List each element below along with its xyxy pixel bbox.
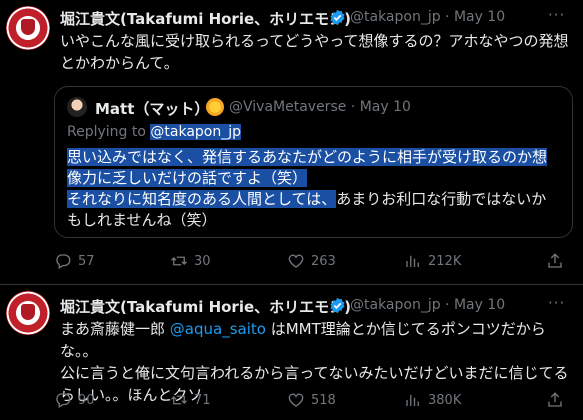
tweet-text-line: いやこんな風に受け取られるってどうやって想像するの？アホなやつの発想: [60, 32, 569, 50]
handle-date[interactable]: @takapon_jp · May 10: [350, 9, 505, 25]
avatar[interactable]: [6, 6, 50, 50]
quote-handle-date: @VivaMetaverse · May 10: [229, 99, 411, 115]
display-name[interactable]: 堀江貴文(Takafumi Horie、ホリエモン): [60, 296, 351, 317]
retweet-count: 71: [194, 392, 211, 408]
reply-icon: [56, 393, 71, 408]
views-button[interactable]: 212K: [404, 252, 461, 270]
replying-to: Replying to @takapon_jp: [67, 124, 242, 140]
reply-icon: [56, 254, 71, 269]
avatar[interactable]: [6, 291, 50, 335]
sun-emoji-icon: [206, 98, 224, 116]
action-bar: 90 71 518 380K: [54, 391, 573, 411]
tweet-text-part: まあ斎藤健一郎: [60, 320, 170, 338]
display-name[interactable]: 堀江貴文(Takafumi Horie、ホリエモン): [60, 8, 351, 29]
quote-text-line: 思い込みではなく、発信するあなたがどのように相手が受け取るのか想: [67, 148, 548, 166]
like-count: 518: [311, 392, 336, 408]
verified-badge-icon: [330, 297, 345, 314]
heart-icon: [288, 393, 304, 407]
tweet-text-line: とかわからんて。: [60, 54, 179, 72]
quote-avatar: [67, 97, 87, 117]
share-button[interactable]: [546, 252, 564, 270]
quote-text: 思い込みではなく、発信するあなたがどのように相手が受け取るのか想 像力に乏しいだ…: [67, 147, 572, 231]
view-count: 380K: [428, 392, 462, 408]
quote-text-line: もしれませんね（笑）: [67, 211, 217, 229]
action-bar: 57 30 263 212K: [54, 252, 573, 272]
like-button[interactable]: 518: [287, 391, 336, 409]
heart-icon: [288, 254, 304, 268]
retweet-count: 30: [194, 253, 211, 269]
quote-text-line: 像力に乏しいだけの話ですよ（笑）: [67, 169, 308, 187]
reply-count: 90: [78, 392, 95, 408]
quoted-tweet[interactable]: Matt（マット） @VivaMetaverse · May 10 Replyi…: [54, 86, 573, 238]
share-icon: [548, 253, 562, 268]
mention-link[interactable]: @aqua_saito: [170, 320, 266, 338]
retweet-icon: [171, 395, 187, 405]
views-chart-icon: [406, 255, 419, 267]
tweet-1[interactable]: 堀江貴文(Takafumi Horie、ホリエモン) @takapon_jp ·…: [0, 0, 583, 282]
reply-count: 57: [78, 253, 95, 269]
tweet-text: いやこんな風に受け取られるってどうやって想像するの？アホなやつの発想 とかわから…: [60, 30, 580, 74]
quote-display-name: Matt（マット）: [95, 100, 210, 118]
tweet-text-line: 公に言うと俺に文句言われるから言ってないみたいだけどいまだに信じてる: [60, 364, 569, 382]
like-button[interactable]: 263: [287, 252, 336, 270]
quote-text-rest: あまりお利口な行動ではないか: [336, 190, 547, 208]
share-icon: [548, 392, 562, 407]
replying-prefix: Replying to: [67, 124, 151, 140]
retweet-button[interactable]: 30: [170, 252, 211, 270]
tweet-2[interactable]: 堀江貴文(Takafumi Horie、ホリエモン) @takapon_jp ·…: [0, 285, 583, 420]
reply-button[interactable]: 57: [54, 252, 95, 270]
like-count: 263: [311, 253, 336, 269]
quote-text-highlight: それなりに知名度のある人間としては、: [67, 190, 337, 208]
handle-date[interactable]: @takapon_jp · May 10: [350, 297, 505, 313]
verified-badge-icon: [330, 9, 345, 26]
view-count: 212K: [428, 253, 462, 269]
more-options-icon[interactable]: ···: [548, 294, 565, 312]
retweet-icon: [171, 256, 187, 266]
retweet-button[interactable]: 71: [170, 391, 211, 409]
views-chart-icon: [406, 394, 419, 406]
share-button[interactable]: [546, 391, 564, 409]
replying-handle[interactable]: @takapon_jp: [150, 124, 242, 140]
more-options-icon[interactable]: ···: [548, 6, 565, 24]
reply-button[interactable]: 90: [54, 391, 95, 409]
views-button[interactable]: 380K: [404, 391, 461, 409]
